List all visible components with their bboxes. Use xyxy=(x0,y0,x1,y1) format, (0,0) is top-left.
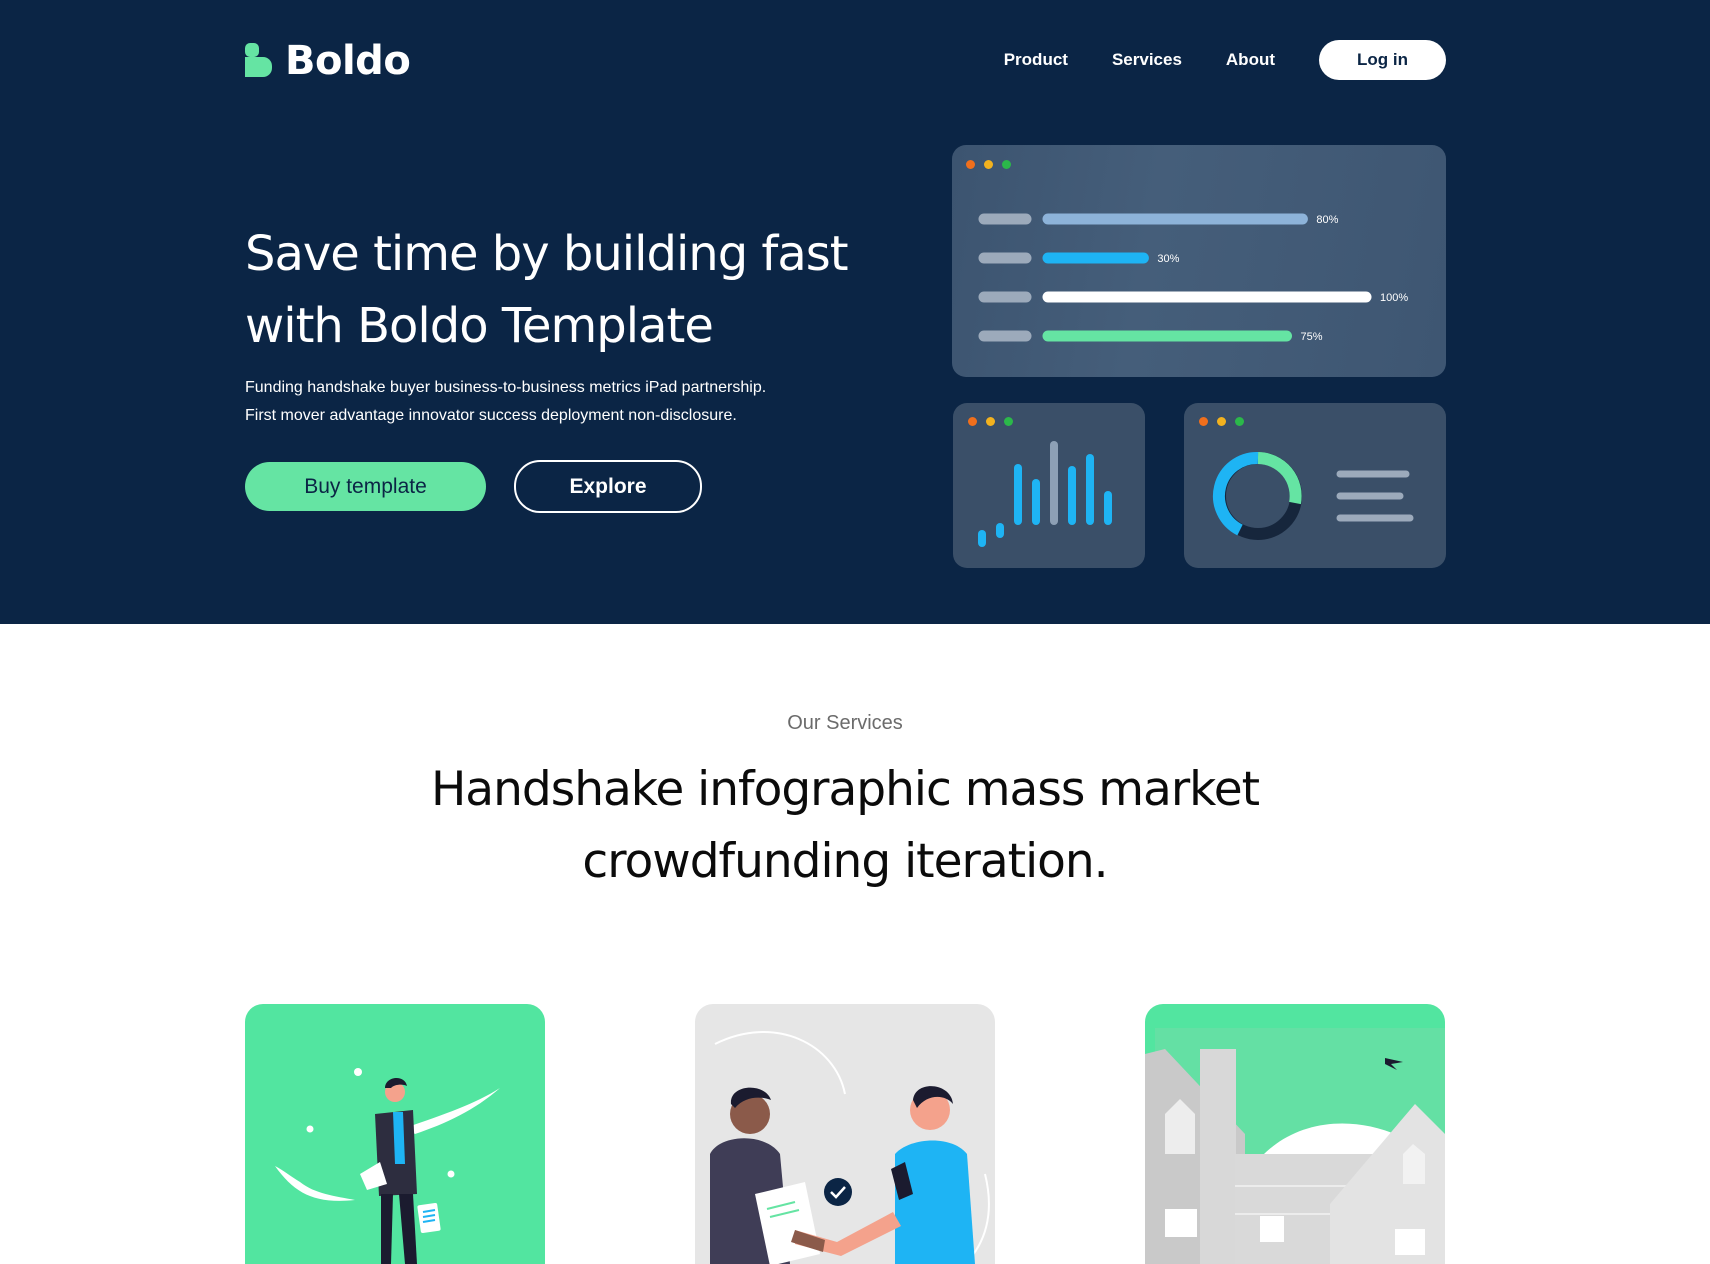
hero-title-line2: with Boldo Template xyxy=(245,298,714,354)
hero-title: Save time by building fast with Boldo Te… xyxy=(245,218,865,362)
service-card-3[interactable] xyxy=(1145,1004,1445,1264)
services-title-line1: Handshake infographic mass market xyxy=(430,762,1260,817)
boldo-logo-icon xyxy=(245,43,272,77)
login-button[interactable]: Log in xyxy=(1319,40,1446,80)
progress-percent-label: 75% xyxy=(1301,331,1323,343)
progress-percent-label: 30% xyxy=(1157,253,1179,265)
hero-subtitle: Funding handshake buyer business-to-busi… xyxy=(245,374,845,430)
businessman-illustration xyxy=(275,1068,500,1264)
hero-subtitle-line1: Funding handshake buyer business-to-busi… xyxy=(245,379,767,396)
brand-name: Boldo xyxy=(285,38,411,84)
bar-chart-illustration xyxy=(978,441,1112,547)
donut-chart-illustration xyxy=(1212,451,1414,540)
nav-item-product[interactable]: Product xyxy=(1004,50,1068,70)
services-title: Handshake infographic mass market crowdf… xyxy=(340,754,1350,898)
dashboard-bars-panel xyxy=(953,403,1145,568)
hero-section: Boldo Product Services About Log in Save… xyxy=(0,0,1710,624)
services-title-line2: crowdfunding iteration. xyxy=(582,834,1108,889)
dashboard-donut-panel xyxy=(1184,403,1446,568)
buy-template-button[interactable]: Buy template xyxy=(245,462,486,511)
nav-item-about[interactable]: About xyxy=(1226,50,1275,70)
services-eyebrow: Our Services xyxy=(787,712,903,734)
dashboard-progress-panel: 80% 30% 100% 75% xyxy=(952,145,1446,377)
hero-subtitle-line2: First mover advantage innovator success … xyxy=(245,407,737,424)
hero-title-line1: Save time by building fast xyxy=(245,226,849,282)
service-card-1[interactable] xyxy=(245,1004,545,1264)
houses-illustration xyxy=(1145,1028,1445,1264)
nav-item-services[interactable]: Services xyxy=(1112,50,1182,70)
progress-bars-graphic: 80% 30% 100% 75% xyxy=(978,213,1408,343)
progress-percent-label: 80% xyxy=(1316,214,1338,226)
service-card-2[interactable] xyxy=(695,1004,995,1264)
progress-percent-label: 100% xyxy=(1380,292,1408,304)
brand-logo[interactable]: Boldo xyxy=(245,38,411,84)
explore-button[interactable]: Explore xyxy=(514,460,702,513)
main-nav: Product Services About Log in xyxy=(1004,40,1446,80)
handshake-illustration xyxy=(710,1031,990,1264)
